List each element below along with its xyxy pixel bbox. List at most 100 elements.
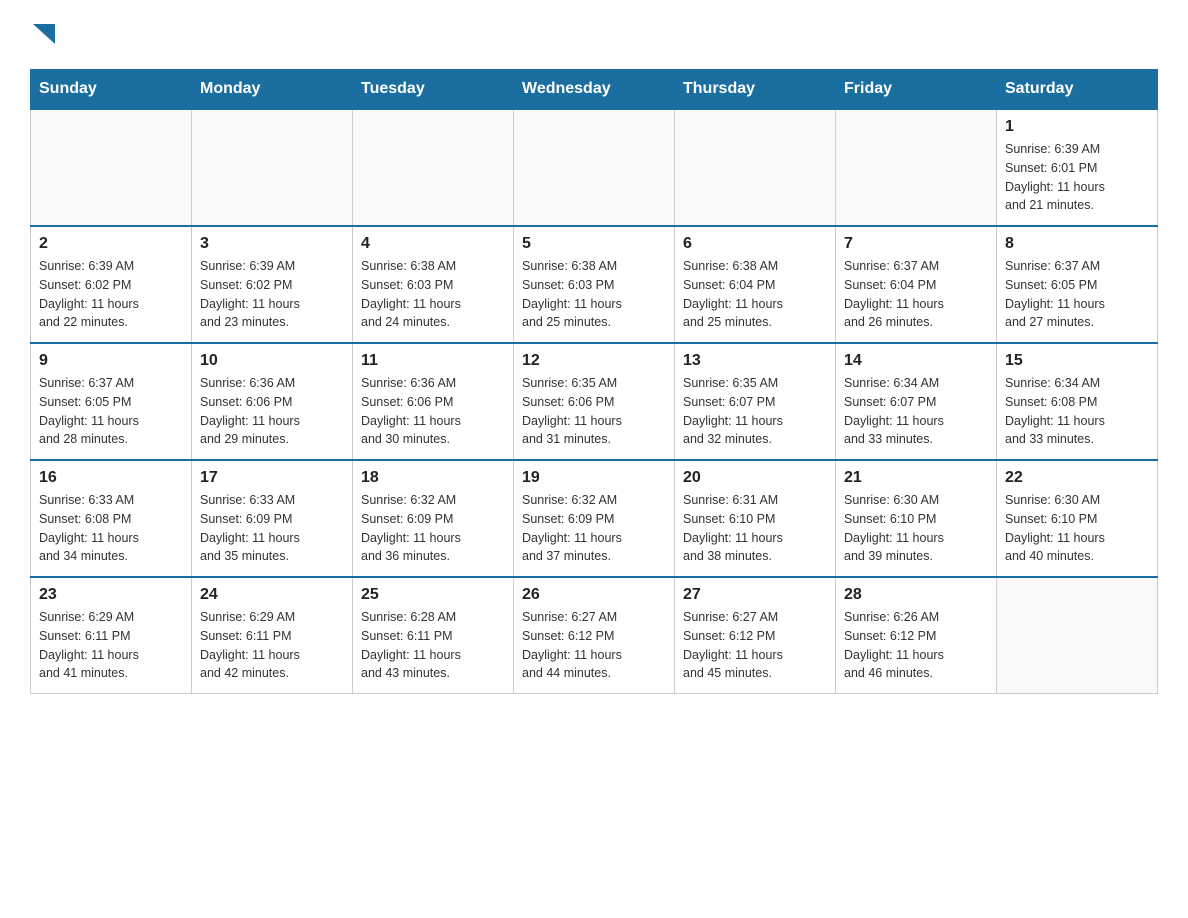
day-number: 19 [522,469,666,487]
logo-arrow-icon [33,24,55,44]
day-info: Sunrise: 6:35 AMSunset: 6:06 PMDaylight:… [522,374,666,449]
day-info: Sunrise: 6:31 AMSunset: 6:10 PMDaylight:… [683,491,827,566]
calendar-day-cell [836,109,997,226]
day-number: 17 [200,469,344,487]
calendar-week-row: 9 Sunrise: 6:37 AMSunset: 6:05 PMDaylight… [31,343,1158,460]
day-number: 22 [1005,469,1149,487]
calendar-day-cell [675,109,836,226]
day-info: Sunrise: 6:38 AMSunset: 6:03 PMDaylight:… [522,257,666,332]
day-info: Sunrise: 6:32 AMSunset: 6:09 PMDaylight:… [361,491,505,566]
day-info: Sunrise: 6:34 AMSunset: 6:08 PMDaylight:… [1005,374,1149,449]
day-info: Sunrise: 6:30 AMSunset: 6:10 PMDaylight:… [844,491,988,566]
calendar-day-cell: 26 Sunrise: 6:27 AMSunset: 6:12 PMDayligh… [514,577,675,694]
day-info: Sunrise: 6:32 AMSunset: 6:09 PMDaylight:… [522,491,666,566]
calendar-day-cell: 9 Sunrise: 6:37 AMSunset: 6:05 PMDaylight… [31,343,192,460]
day-number: 20 [683,469,827,487]
calendar-day-cell: 5 Sunrise: 6:38 AMSunset: 6:03 PMDaylight… [514,226,675,343]
calendar-day-cell: 11 Sunrise: 6:36 AMSunset: 6:06 PMDayligh… [353,343,514,460]
day-number: 9 [39,352,183,370]
calendar-day-cell: 20 Sunrise: 6:31 AMSunset: 6:10 PMDayligh… [675,460,836,577]
page-header [30,20,1158,49]
calendar-day-cell: 2Sunrise: 6:39 AMSunset: 6:02 PMDaylight… [31,226,192,343]
calendar-day-cell: 10 Sunrise: 6:36 AMSunset: 6:06 PMDayligh… [192,343,353,460]
day-number: 5 [522,235,666,253]
calendar-day-cell: 16 Sunrise: 6:33 AMSunset: 6:08 PMDayligh… [31,460,192,577]
calendar-day-cell: 14 Sunrise: 6:34 AMSunset: 6:07 PMDayligh… [836,343,997,460]
calendar-day-cell: 21 Sunrise: 6:30 AMSunset: 6:10 PMDayligh… [836,460,997,577]
calendar-day-cell: 15 Sunrise: 6:34 AMSunset: 6:08 PMDayligh… [997,343,1158,460]
calendar-table: SundayMondayTuesdayWednesdayThursdayFrid… [30,69,1158,694]
calendar-day-cell [31,109,192,226]
day-info: Sunrise: 6:33 AMSunset: 6:09 PMDaylight:… [200,491,344,566]
day-info: Sunrise: 6:29 AMSunset: 6:11 PMDaylight:… [39,608,183,683]
day-of-week-header: Thursday [675,70,836,110]
day-number: 24 [200,586,344,604]
day-of-week-header: Friday [836,70,997,110]
day-number: 10 [200,352,344,370]
day-number: 18 [361,469,505,487]
day-number: 16 [39,469,183,487]
day-number: 28 [844,586,988,604]
day-number: 27 [683,586,827,604]
day-of-week-header: Sunday [31,70,192,110]
calendar-day-cell: 27 Sunrise: 6:27 AMSunset: 6:12 PMDayligh… [675,577,836,694]
calendar-day-cell: 28 Sunrise: 6:26 AMSunset: 6:12 PMDayligh… [836,577,997,694]
day-info: Sunrise: 6:39 AMSunset: 6:02 PMDaylight:… [200,257,344,332]
day-info: Sunrise: 6:38 AMSunset: 6:03 PMDaylight:… [361,257,505,332]
calendar-header: SundayMondayTuesdayWednesdayThursdayFrid… [31,70,1158,110]
day-info: Sunrise: 6:37 AMSunset: 6:05 PMDaylight:… [1005,257,1149,332]
calendar-week-row: 1 Sunrise: 6:39 AMSunset: 6:01 PMDaylight… [31,109,1158,226]
day-info: Sunrise: 6:37 AMSunset: 6:05 PMDaylight:… [39,374,183,449]
day-info: Sunrise: 6:36 AMSunset: 6:06 PMDaylight:… [200,374,344,449]
day-info: Sunrise: 6:30 AMSunset: 6:10 PMDaylight:… [1005,491,1149,566]
calendar-day-cell: 19 Sunrise: 6:32 AMSunset: 6:09 PMDayligh… [514,460,675,577]
day-info: Sunrise: 6:27 AMSunset: 6:12 PMDaylight:… [683,608,827,683]
day-number: 4 [361,235,505,253]
calendar-week-row: 16 Sunrise: 6:33 AMSunset: 6:08 PMDayligh… [31,460,1158,577]
day-info: Sunrise: 6:28 AMSunset: 6:11 PMDaylight:… [361,608,505,683]
day-number: 13 [683,352,827,370]
calendar-day-cell: 1 Sunrise: 6:39 AMSunset: 6:01 PMDaylight… [997,109,1158,226]
day-info: Sunrise: 6:26 AMSunset: 6:12 PMDaylight:… [844,608,988,683]
day-info: Sunrise: 6:33 AMSunset: 6:08 PMDaylight:… [39,491,183,566]
day-number: 1 [1005,118,1149,136]
day-number: 6 [683,235,827,253]
calendar-day-cell [997,577,1158,694]
day-number: 7 [844,235,988,253]
day-info: Sunrise: 6:39 AMSunset: 6:01 PMDaylight:… [1005,140,1149,215]
day-info: Sunrise: 6:35 AMSunset: 6:07 PMDaylight:… [683,374,827,449]
day-number: 21 [844,469,988,487]
calendar-day-cell: 4 Sunrise: 6:38 AMSunset: 6:03 PMDaylight… [353,226,514,343]
logo [30,20,55,49]
calendar-day-cell: 22 Sunrise: 6:30 AMSunset: 6:10 PMDayligh… [997,460,1158,577]
calendar-week-row: 23Sunrise: 6:29 AMSunset: 6:11 PMDayligh… [31,577,1158,694]
day-info: Sunrise: 6:34 AMSunset: 6:07 PMDaylight:… [844,374,988,449]
day-number: 12 [522,352,666,370]
day-number: 8 [1005,235,1149,253]
calendar-day-cell: 6 Sunrise: 6:38 AMSunset: 6:04 PMDaylight… [675,226,836,343]
calendar-day-cell: 3 Sunrise: 6:39 AMSunset: 6:02 PMDaylight… [192,226,353,343]
day-info: Sunrise: 6:37 AMSunset: 6:04 PMDaylight:… [844,257,988,332]
day-number: 3 [200,235,344,253]
day-info: Sunrise: 6:36 AMSunset: 6:06 PMDaylight:… [361,374,505,449]
calendar-day-cell: 25 Sunrise: 6:28 AMSunset: 6:11 PMDayligh… [353,577,514,694]
calendar-body: 1 Sunrise: 6:39 AMSunset: 6:01 PMDaylight… [31,109,1158,694]
day-number: 14 [844,352,988,370]
calendar-day-cell: 24 Sunrise: 6:29 AMSunset: 6:11 PMDayligh… [192,577,353,694]
day-number: 2 [39,235,183,253]
calendar-day-cell: 8 Sunrise: 6:37 AMSunset: 6:05 PMDaylight… [997,226,1158,343]
calendar-day-cell [514,109,675,226]
calendar-day-cell: 7 Sunrise: 6:37 AMSunset: 6:04 PMDaylight… [836,226,997,343]
day-number: 11 [361,352,505,370]
day-of-week-header: Tuesday [353,70,514,110]
day-info: Sunrise: 6:38 AMSunset: 6:04 PMDaylight:… [683,257,827,332]
calendar-day-cell: 17 Sunrise: 6:33 AMSunset: 6:09 PMDayligh… [192,460,353,577]
day-info: Sunrise: 6:27 AMSunset: 6:12 PMDaylight:… [522,608,666,683]
calendar-day-cell: 13 Sunrise: 6:35 AMSunset: 6:07 PMDayligh… [675,343,836,460]
calendar-day-cell: 23Sunrise: 6:29 AMSunset: 6:11 PMDayligh… [31,577,192,694]
day-number: 25 [361,586,505,604]
day-number: 15 [1005,352,1149,370]
day-of-week-header: Monday [192,70,353,110]
day-info: Sunrise: 6:29 AMSunset: 6:11 PMDaylight:… [200,608,344,683]
day-number: 26 [522,586,666,604]
